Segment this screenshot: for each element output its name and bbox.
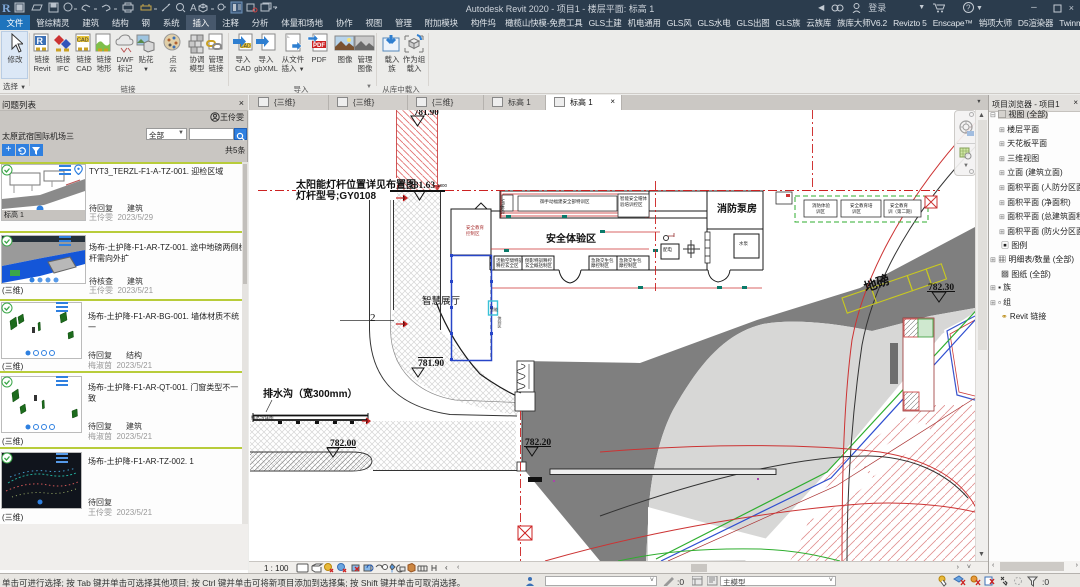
svg-text:靡控制区: 靡控制区 <box>591 262 609 269</box>
svg-text:1800: 1800 <box>437 183 448 188</box>
svg-text:训区: 训区 <box>816 208 825 215</box>
svg-text:靡控制区: 靡控制区 <box>619 262 637 269</box>
svg-text:消防泵房: 消防泵房 <box>717 202 757 215</box>
svg-text:2: 2 <box>370 312 376 324</box>
svg-text:释控玄全区: 释控玄全区 <box>496 262 519 269</box>
svg-text:太阳能灯杆位置详见布置图: 太阳能灯杆位置详见布置图 <box>295 178 416 191</box>
svg-text:玄全概括制区: 玄全概括制区 <box>525 262 552 269</box>
svg-text:训（第二期）: 训（第二期） <box>888 208 915 215</box>
svg-text:验培训控区: 验培训控区 <box>620 201 643 208</box>
svg-text:R: R <box>37 36 44 46</box>
svg-text:智能: 智能 <box>490 306 498 312</box>
svg-text:御手动福建安全部特训区: 御手动福建安全部特训区 <box>540 198 590 205</box>
svg-text:?: ? <box>966 4 971 13</box>
svg-text:PDF: PDF <box>313 43 325 49</box>
svg-text:安全体验区: 安全体验区 <box>546 232 596 245</box>
svg-text:排水沟（宽300mm）: 排水沟（宽300mm） <box>263 387 357 400</box>
svg-text:安全教育: 安全教育 <box>890 202 908 209</box>
svg-text:安全教育: 安全教育 <box>466 224 484 231</box>
svg-text:R: R <box>2 1 11 14</box>
svg-text:智慧展厅: 智慧展厅 <box>422 295 461 307</box>
svg-text:A: A <box>190 3 197 14</box>
svg-text:配电: 配电 <box>663 246 672 253</box>
svg-text:水泵: 水泵 <box>739 240 748 246</box>
svg-text:安全教育培: 安全教育培 <box>850 202 873 209</box>
svg-text:智能安全帽体: 智能安全帽体 <box>620 195 647 202</box>
svg-text:排水沟详图: 排水沟详图 <box>251 414 274 421</box>
svg-text:训区: 训区 <box>852 208 861 215</box>
svg-text:灯杆型号;GY0108: 灯杆型号;GY0108 <box>296 189 376 202</box>
svg-text:控制区: 控制区 <box>466 230 480 237</box>
svg-text:VR体验: VR体验 <box>500 199 506 216</box>
svg-text:▼: ▼ <box>976 5 983 12</box>
svg-text:消防体验: 消防体验 <box>812 202 830 209</box>
svg-text:体验区: 体验区 <box>498 315 503 328</box>
